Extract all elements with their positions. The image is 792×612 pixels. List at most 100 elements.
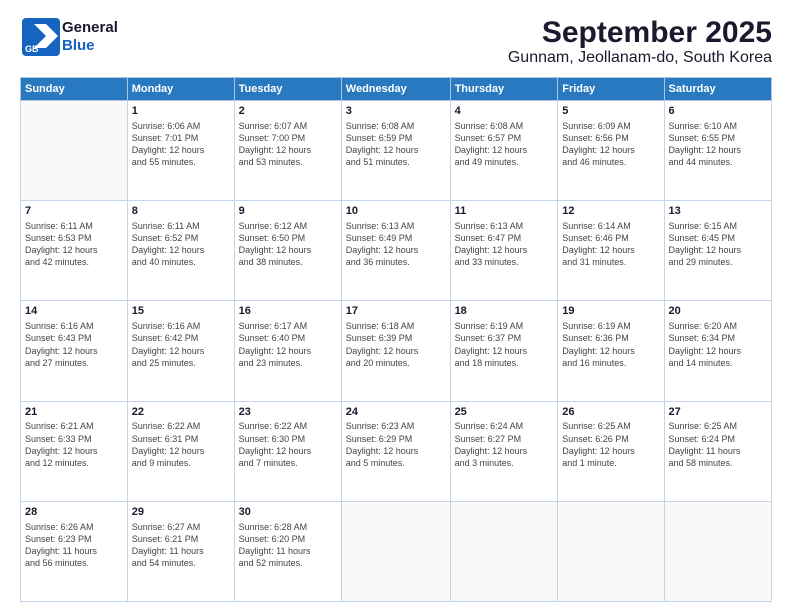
col-monday: Monday	[127, 78, 234, 101]
calendar-cell: 3Sunrise: 6:08 AMSunset: 6:59 PMDaylight…	[341, 101, 450, 201]
day-info: Sunrise: 6:24 AMSunset: 6:27 PMDaylight:…	[455, 420, 554, 469]
day-number: 3	[346, 104, 446, 119]
calendar-cell: 8Sunrise: 6:11 AMSunset: 6:52 PMDaylight…	[127, 201, 234, 301]
calendar-cell: 22Sunrise: 6:22 AMSunset: 6:31 PMDayligh…	[127, 401, 234, 501]
day-number: 19	[562, 304, 659, 319]
day-number: 22	[132, 405, 230, 420]
calendar-cell: 26Sunrise: 6:25 AMSunset: 6:26 PMDayligh…	[558, 401, 664, 501]
calendar-cell	[21, 101, 128, 201]
day-info: Sunrise: 6:11 AMSunset: 6:52 PMDaylight:…	[132, 220, 230, 269]
day-number: 26	[562, 405, 659, 420]
calendar-cell: 2Sunrise: 6:07 AMSunset: 7:00 PMDaylight…	[234, 101, 341, 201]
logo: GB General Blue	[20, 16, 118, 58]
day-number: 16	[239, 304, 337, 319]
calendar-header-row: Sunday Monday Tuesday Wednesday Thursday…	[21, 78, 772, 101]
day-info: Sunrise: 6:26 AMSunset: 6:23 PMDaylight:…	[25, 521, 123, 570]
day-number: 9	[239, 204, 337, 219]
calendar-cell	[558, 501, 664, 601]
day-info: Sunrise: 6:16 AMSunset: 6:43 PMDaylight:…	[25, 320, 123, 369]
calendar-cell: 21Sunrise: 6:21 AMSunset: 6:33 PMDayligh…	[21, 401, 128, 501]
calendar-cell: 14Sunrise: 6:16 AMSunset: 6:43 PMDayligh…	[21, 301, 128, 401]
calendar-week-5: 28Sunrise: 6:26 AMSunset: 6:23 PMDayligh…	[21, 501, 772, 601]
day-number: 13	[669, 204, 767, 219]
day-number: 23	[239, 405, 337, 420]
day-info: Sunrise: 6:07 AMSunset: 7:00 PMDaylight:…	[239, 120, 337, 169]
day-info: Sunrise: 6:19 AMSunset: 6:36 PMDaylight:…	[562, 320, 659, 369]
day-number: 6	[669, 104, 767, 119]
calendar-cell: 18Sunrise: 6:19 AMSunset: 6:37 PMDayligh…	[450, 301, 558, 401]
day-info: Sunrise: 6:27 AMSunset: 6:21 PMDaylight:…	[132, 521, 230, 570]
day-info: Sunrise: 6:17 AMSunset: 6:40 PMDaylight:…	[239, 320, 337, 369]
calendar-cell: 17Sunrise: 6:18 AMSunset: 6:39 PMDayligh…	[341, 301, 450, 401]
day-info: Sunrise: 6:15 AMSunset: 6:45 PMDaylight:…	[669, 220, 767, 269]
day-number: 7	[25, 204, 123, 219]
calendar-week-2: 7Sunrise: 6:11 AMSunset: 6:53 PMDaylight…	[21, 201, 772, 301]
day-info: Sunrise: 6:28 AMSunset: 6:20 PMDaylight:…	[239, 521, 337, 570]
calendar-cell: 1Sunrise: 6:06 AMSunset: 7:01 PMDaylight…	[127, 101, 234, 201]
day-number: 12	[562, 204, 659, 219]
day-number: 30	[239, 505, 337, 520]
calendar-cell	[450, 501, 558, 601]
calendar-table: Sunday Monday Tuesday Wednesday Thursday…	[20, 77, 772, 602]
day-number: 2	[239, 104, 337, 119]
day-number: 14	[25, 304, 123, 319]
title-block: September 2025 Gunnam, Jeollanam-do, Sou…	[508, 16, 772, 67]
day-number: 28	[25, 505, 123, 520]
day-info: Sunrise: 6:09 AMSunset: 6:56 PMDaylight:…	[562, 120, 659, 169]
day-number: 29	[132, 505, 230, 520]
day-info: Sunrise: 6:25 AMSunset: 6:24 PMDaylight:…	[669, 420, 767, 469]
day-info: Sunrise: 6:19 AMSunset: 6:37 PMDaylight:…	[455, 320, 554, 369]
day-number: 4	[455, 104, 554, 119]
calendar-week-1: 1Sunrise: 6:06 AMSunset: 7:01 PMDaylight…	[21, 101, 772, 201]
logo-line2: Blue	[62, 37, 118, 55]
day-info: Sunrise: 6:25 AMSunset: 6:26 PMDaylight:…	[562, 420, 659, 469]
col-saturday: Saturday	[664, 78, 771, 101]
calendar-cell: 30Sunrise: 6:28 AMSunset: 6:20 PMDayligh…	[234, 501, 341, 601]
logo-line1: General	[62, 19, 118, 37]
day-info: Sunrise: 6:16 AMSunset: 6:42 PMDaylight:…	[132, 320, 230, 369]
day-info: Sunrise: 6:18 AMSunset: 6:39 PMDaylight:…	[346, 320, 446, 369]
calendar-cell: 10Sunrise: 6:13 AMSunset: 6:49 PMDayligh…	[341, 201, 450, 301]
calendar-title: September 2025	[508, 16, 772, 49]
day-info: Sunrise: 6:08 AMSunset: 6:59 PMDaylight:…	[346, 120, 446, 169]
calendar-cell: 20Sunrise: 6:20 AMSunset: 6:34 PMDayligh…	[664, 301, 771, 401]
calendar-cell: 28Sunrise: 6:26 AMSunset: 6:23 PMDayligh…	[21, 501, 128, 601]
calendar-cell: 11Sunrise: 6:13 AMSunset: 6:47 PMDayligh…	[450, 201, 558, 301]
col-thursday: Thursday	[450, 78, 558, 101]
day-number: 5	[562, 104, 659, 119]
day-number: 24	[346, 405, 446, 420]
day-info: Sunrise: 6:13 AMSunset: 6:49 PMDaylight:…	[346, 220, 446, 269]
day-info: Sunrise: 6:20 AMSunset: 6:34 PMDaylight:…	[669, 320, 767, 369]
calendar-week-3: 14Sunrise: 6:16 AMSunset: 6:43 PMDayligh…	[21, 301, 772, 401]
calendar-cell: 4Sunrise: 6:08 AMSunset: 6:57 PMDaylight…	[450, 101, 558, 201]
calendar-cell: 25Sunrise: 6:24 AMSunset: 6:27 PMDayligh…	[450, 401, 558, 501]
col-tuesday: Tuesday	[234, 78, 341, 101]
day-number: 21	[25, 405, 123, 420]
day-info: Sunrise: 6:23 AMSunset: 6:29 PMDaylight:…	[346, 420, 446, 469]
logo-text: General Blue	[62, 19, 118, 55]
day-number: 27	[669, 405, 767, 420]
calendar-cell: 15Sunrise: 6:16 AMSunset: 6:42 PMDayligh…	[127, 301, 234, 401]
calendar-cell: 13Sunrise: 6:15 AMSunset: 6:45 PMDayligh…	[664, 201, 771, 301]
day-number: 11	[455, 204, 554, 219]
day-info: Sunrise: 6:14 AMSunset: 6:46 PMDaylight:…	[562, 220, 659, 269]
day-number: 18	[455, 304, 554, 319]
col-sunday: Sunday	[21, 78, 128, 101]
calendar-week-4: 21Sunrise: 6:21 AMSunset: 6:33 PMDayligh…	[21, 401, 772, 501]
calendar-cell	[341, 501, 450, 601]
calendar-cell: 23Sunrise: 6:22 AMSunset: 6:30 PMDayligh…	[234, 401, 341, 501]
day-number: 20	[669, 304, 767, 319]
col-friday: Friday	[558, 78, 664, 101]
calendar-subtitle: Gunnam, Jeollanam-do, South Korea	[508, 49, 772, 67]
calendar-cell	[664, 501, 771, 601]
calendar-cell: 16Sunrise: 6:17 AMSunset: 6:40 PMDayligh…	[234, 301, 341, 401]
day-info: Sunrise: 6:22 AMSunset: 6:31 PMDaylight:…	[132, 420, 230, 469]
calendar-cell: 24Sunrise: 6:23 AMSunset: 6:29 PMDayligh…	[341, 401, 450, 501]
logo-icon: GB	[20, 16, 62, 58]
day-number: 10	[346, 204, 446, 219]
day-info: Sunrise: 6:08 AMSunset: 6:57 PMDaylight:…	[455, 120, 554, 169]
day-info: Sunrise: 6:21 AMSunset: 6:33 PMDaylight:…	[25, 420, 123, 469]
day-info: Sunrise: 6:12 AMSunset: 6:50 PMDaylight:…	[239, 220, 337, 269]
day-info: Sunrise: 6:22 AMSunset: 6:30 PMDaylight:…	[239, 420, 337, 469]
day-info: Sunrise: 6:13 AMSunset: 6:47 PMDaylight:…	[455, 220, 554, 269]
